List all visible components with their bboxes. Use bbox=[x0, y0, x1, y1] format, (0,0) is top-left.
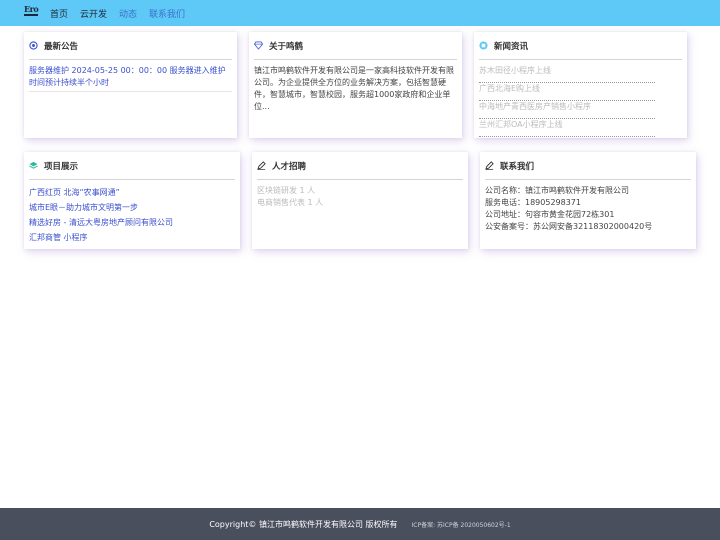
job-item[interactable]: 区块链研发 1 人 bbox=[257, 185, 463, 197]
jobs-title: 人才招聘 bbox=[272, 161, 307, 172]
layers-icon bbox=[29, 161, 38, 169]
news-item[interactable]: 兰州汇邦OA小程序上线 bbox=[479, 119, 655, 137]
nav-contact[interactable]: 联系我们 bbox=[149, 7, 185, 20]
contact-police-record: 公安备案号：苏公网安备32118302000420号 bbox=[485, 222, 653, 231]
diamond-icon bbox=[254, 41, 263, 50]
contact-card: 联系我们 公司名称：镇江市鸣鹤软件开发有限公司 服务电话：18905298371… bbox=[480, 152, 696, 249]
contact-card-header: 联系我们 bbox=[485, 152, 691, 180]
circle-dot-icon bbox=[29, 41, 38, 50]
project-link[interactable]: 精选好房 - 清远大粤房地产顾问有限公司 bbox=[29, 215, 235, 230]
news-item[interactable]: 广西北海E购上线 bbox=[479, 83, 655, 101]
nav-cloud-dev[interactable]: 云开发 bbox=[80, 7, 107, 20]
nav-home[interactable]: 首页 bbox=[50, 7, 68, 20]
contact-company: 公司名称：镇江市鸣鹤软件开发有限公司 bbox=[485, 186, 629, 195]
about-text: 镇江市鸣鹤软件开发有限公司是一家高科技软件开发有限公司。为企业提供全方位的业务解… bbox=[254, 66, 454, 111]
contact-info: 公司名称：镇江市鸣鹤软件开发有限公司 服务电话：18905298371 公司地址… bbox=[485, 185, 691, 233]
about-card-header: 关于鸣鹤 bbox=[254, 32, 457, 60]
contact-title: 联系我们 bbox=[500, 161, 535, 172]
news-card-header: 新闻资讯 bbox=[479, 32, 682, 60]
projects-list: 广西红页 北海“农事网通” 城市E眼－助力城市文明第一步 精选好房 - 清远大粤… bbox=[29, 185, 235, 245]
footer-icp-link[interactable]: ICP备案: 苏ICP备 2020050602号-1 bbox=[412, 520, 511, 529]
news-item[interactable]: 苏木田径小程序上线 bbox=[479, 65, 655, 83]
pen-icon bbox=[257, 161, 266, 170]
logo-text: Ero bbox=[24, 4, 39, 14]
jobs-list: 区块链研发 1 人 电商销售代表 1 人 bbox=[257, 185, 463, 209]
pen-icon bbox=[485, 161, 494, 170]
projects-title: 项目展示 bbox=[44, 161, 79, 172]
contact-address: 公司地址：句容市黄金花园72栋301 bbox=[485, 210, 615, 219]
footer-copyright: Copyright© 镇江市鸣鹤软件开发有限公司 版权所有 bbox=[209, 519, 398, 529]
project-link[interactable]: 城市E眼－助力城市文明第一步 bbox=[29, 200, 235, 215]
news-title: 新闻资讯 bbox=[494, 41, 529, 52]
projects-card-header: 项目展示 bbox=[29, 152, 235, 180]
project-link[interactable]: 汇邦商管 小程序 bbox=[29, 230, 235, 245]
contact-phone: 服务电话：18905298371 bbox=[485, 198, 581, 207]
announcement-card: 最新公告 服务器维护 2024-05-25 00：00：00 服务器进入维护时间… bbox=[24, 32, 237, 138]
announcement-body: 服务器维护 2024-05-25 00：00：00 服务器进入维护时间预计持续半… bbox=[29, 65, 232, 92]
project-link[interactable]: 广西红页 北海“农事网通” bbox=[29, 185, 235, 200]
jobs-card-header: 人才招聘 bbox=[257, 152, 463, 180]
about-title: 关于鸣鹤 bbox=[269, 41, 304, 52]
about-card: 关于鸣鹤 镇江市鸣鹤软件开发有限公司是一家高科技软件开发有限公司。为企业提供全方… bbox=[249, 32, 462, 138]
job-item[interactable]: 电商销售代表 1 人 bbox=[257, 197, 463, 209]
news-circle-icon bbox=[479, 41, 488, 50]
announcement-link[interactable]: 服务器维护 2024-05-25 00：00：00 服务器进入维护时间预计持续半… bbox=[29, 65, 232, 92]
top-navbar: Ero 首页 云开发 动态 联系我们 bbox=[0, 0, 720, 26]
news-item[interactable]: 中海地产青西医房产销售小程序 bbox=[479, 101, 655, 119]
site-logo[interactable]: Ero bbox=[24, 5, 40, 19]
jobs-card: 人才招聘 区块链研发 1 人 电商销售代表 1 人 bbox=[252, 152, 468, 249]
news-list: 苏木田径小程序上线 广西北海E购上线 中海地产青西医房产销售小程序 兰州汇邦OA… bbox=[479, 65, 682, 137]
announcement-card-header: 最新公告 bbox=[29, 32, 232, 60]
announcement-title: 最新公告 bbox=[44, 41, 79, 52]
site-footer: Copyright© 镇江市鸣鹤软件开发有限公司 版权所有 ICP备案: 苏IC… bbox=[0, 508, 720, 540]
main-nav: 首页 云开发 动态 联系我们 bbox=[50, 0, 185, 26]
nav-news[interactable]: 动态 bbox=[119, 7, 137, 20]
projects-card: 项目展示 广西红页 北海“农事网通” 城市E眼－助力城市文明第一步 精选好房 -… bbox=[24, 152, 240, 249]
news-card: 新闻资讯 苏木田径小程序上线 广西北海E购上线 中海地产青西医房产销售小程序 兰… bbox=[474, 32, 687, 138]
